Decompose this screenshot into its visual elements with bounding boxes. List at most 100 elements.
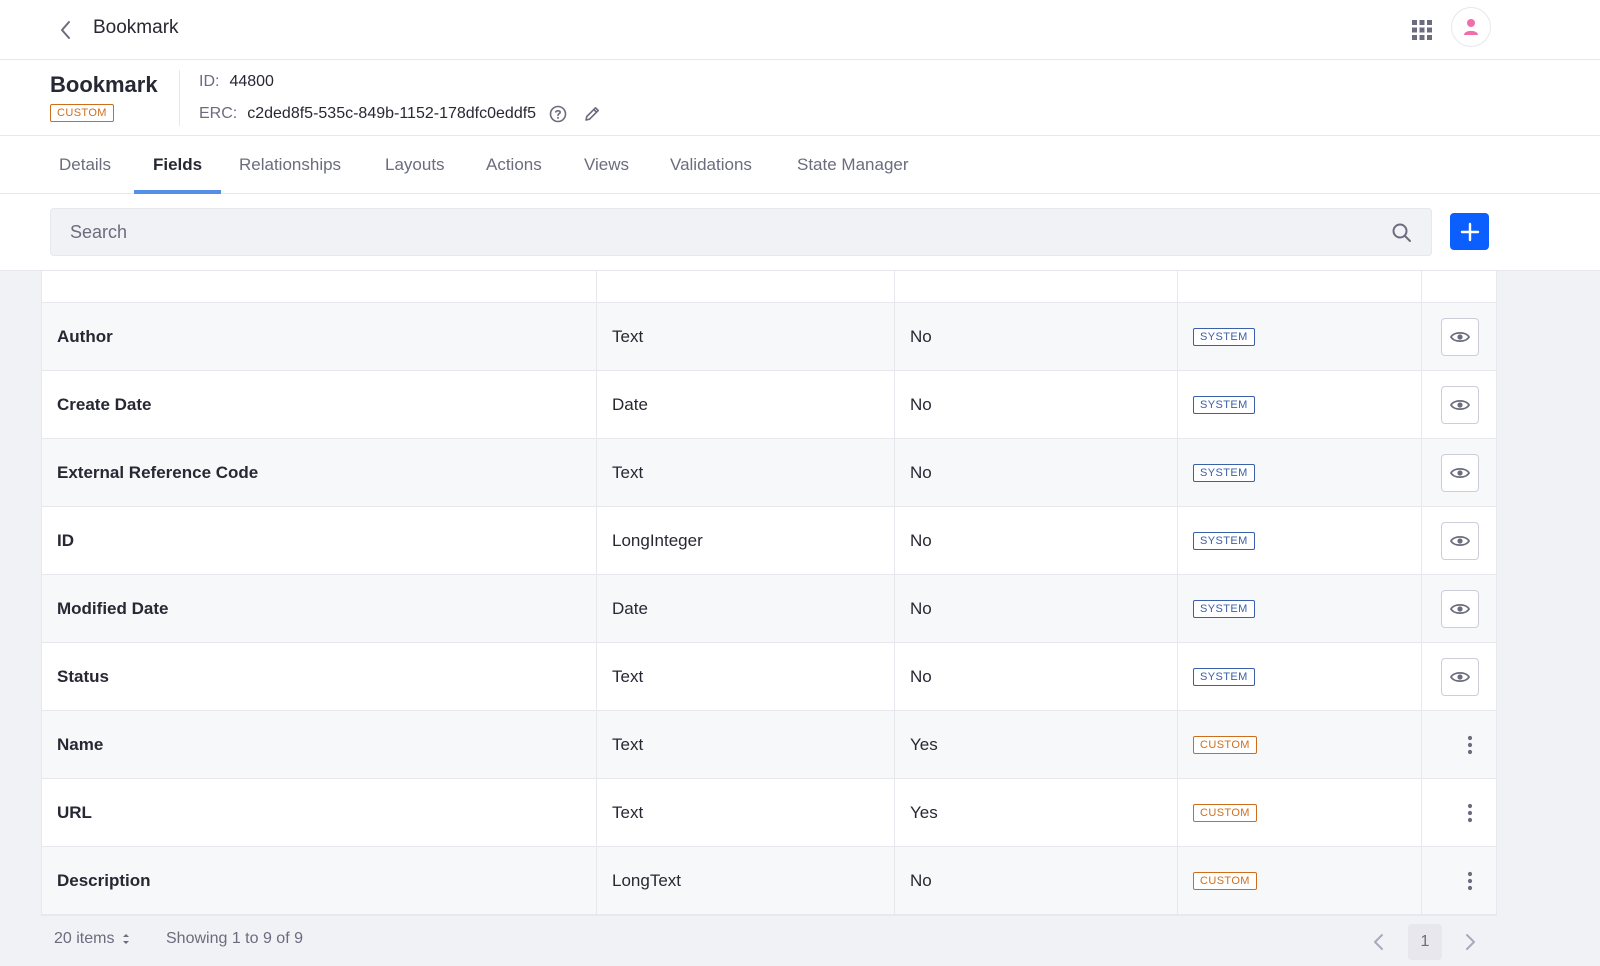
table-header-cell [1422, 271, 1496, 302]
next-page-button[interactable] [1458, 930, 1482, 954]
ellipsis-v-icon [1467, 871, 1472, 890]
tab-details[interactable]: Details [40, 136, 130, 194]
apps-menu-button[interactable] [1406, 14, 1438, 46]
tab-views[interactable]: Views [565, 136, 648, 194]
table-row: ID LongInteger No SYSTEM [42, 507, 1496, 575]
field-type-cell: Text [597, 779, 895, 846]
tab-fields[interactable]: Fields [134, 136, 222, 194]
ellipsis-v-icon [1467, 735, 1472, 754]
field-mandatory: No [910, 462, 932, 482]
field-type: Text [612, 326, 644, 346]
field-type-cell: Text [597, 303, 895, 370]
table-header-cell [895, 271, 1178, 302]
add-field-button[interactable] [1450, 213, 1489, 250]
view-field-button[interactable] [1441, 317, 1479, 356]
erc-edit-button[interactable] [580, 102, 604, 126]
field-source-badge: SYSTEM [1193, 395, 1255, 414]
field-source-badge: SYSTEM [1193, 599, 1255, 618]
view-field-button[interactable] [1441, 385, 1479, 424]
table-row: Create Date Date No SYSTEM [42, 371, 1496, 439]
table-row: URL Text Yes CUSTOM [42, 779, 1496, 847]
plus-icon [1460, 222, 1479, 241]
help-icon [549, 105, 567, 123]
back-button[interactable] [52, 16, 80, 44]
field-mandatory-cell: Yes [895, 779, 1178, 846]
eye-icon [1450, 399, 1470, 410]
table-header-row-partial [42, 271, 1496, 303]
previous-page-button[interactable] [1367, 930, 1391, 954]
chevron-right-icon [1466, 934, 1475, 950]
field-mandatory-cell: No [895, 303, 1178, 370]
field-mandatory: No [910, 666, 932, 686]
field-source-badge: SYSTEM [1193, 531, 1255, 550]
caret-double-icon [123, 934, 130, 944]
field-label: Author [57, 326, 113, 346]
view-field-button[interactable] [1441, 589, 1479, 628]
field-type: Date [612, 598, 648, 618]
erc-value: c2ded8f5-535c-849b-1152-178dfc0eddf5 [247, 105, 537, 122]
header-divider [179, 70, 180, 126]
view-field-button[interactable] [1441, 521, 1479, 560]
field-source-cell: SYSTEM [1178, 371, 1422, 438]
table-row: Description LongText No CUSTOM [42, 847, 1496, 915]
table-header-cell [1178, 271, 1422, 302]
table-row: Modified Date Date No SYSTEM [42, 575, 1496, 643]
tab-validations[interactable]: Validations [651, 136, 771, 194]
field-type: Text [612, 666, 644, 686]
field-action-cell [1422, 575, 1496, 642]
field-type-cell: Text [597, 711, 895, 778]
tab-relationships[interactable]: Relationships [220, 136, 360, 194]
field-label-cell: Description [42, 847, 597, 914]
table-row: Name Text Yes CUSTOM [42, 711, 1496, 779]
field-source-cell: SYSTEM [1178, 507, 1422, 574]
object-id-row: ID: 44800 [199, 73, 274, 91]
field-label: External Reference Code [57, 462, 259, 482]
page-1-button[interactable]: 1 [1408, 924, 1442, 960]
view-field-button[interactable] [1441, 657, 1479, 696]
user-avatar-button[interactable] [1451, 7, 1491, 47]
tab-actions[interactable]: Actions [467, 136, 561, 194]
fields-table: Author Text No SYSTEM Create Date Date No SYSTE… [41, 271, 1497, 916]
pencil-icon [585, 107, 600, 121]
pagination-results: Showing 1 to 9 of 9 [166, 930, 303, 947]
tab-state-manager[interactable]: State Manager [778, 136, 928, 194]
table-row: External Reference Code Text No SYSTEM [42, 439, 1496, 507]
field-source-cell: CUSTOM [1178, 779, 1422, 846]
field-source-badge: CUSTOM [1193, 735, 1257, 754]
tab-bar: Details Fields Relationships Layouts Act… [0, 136, 1600, 194]
field-mandatory: Yes [910, 802, 938, 822]
apps-grid-icon [1412, 20, 1432, 40]
field-mandatory-cell: Yes [895, 711, 1178, 778]
field-label: Name [57, 734, 104, 754]
tab-layouts[interactable]: Layouts [366, 136, 464, 194]
row-actions-menu-button[interactable] [1455, 727, 1485, 763]
field-mandatory-cell: No [895, 371, 1178, 438]
search-input[interactable] [51, 209, 1431, 255]
field-action-cell [1422, 643, 1496, 710]
field-source-cell: SYSTEM [1178, 575, 1422, 642]
field-label-cell: Author [42, 303, 597, 370]
field-label-cell: Create Date [42, 371, 597, 438]
field-mandatory-cell: No [895, 439, 1178, 506]
field-action-cell [1422, 711, 1496, 778]
management-toolbar [0, 194, 1600, 271]
field-label-cell: ID [42, 507, 597, 574]
field-label: Status [57, 666, 109, 686]
field-action-cell [1422, 439, 1496, 506]
field-source-cell: SYSTEM [1178, 303, 1422, 370]
table-row: Status Text No SYSTEM [42, 643, 1496, 711]
field-label: URL [57, 802, 92, 822]
items-per-page-select[interactable]: 20 items [54, 930, 132, 948]
field-source-cell: CUSTOM [1178, 847, 1422, 914]
field-label: Modified Date [57, 598, 169, 618]
field-action-cell [1422, 779, 1496, 846]
eye-icon [1450, 467, 1470, 478]
page-title: Bookmark [93, 17, 179, 38]
search-icon[interactable] [1391, 222, 1413, 244]
erc-help-button[interactable] [546, 102, 570, 126]
field-source-cell: SYSTEM [1178, 439, 1422, 506]
row-actions-menu-button[interactable] [1455, 863, 1485, 899]
row-actions-menu-button[interactable] [1455, 795, 1485, 831]
table-header-cell [597, 271, 895, 302]
view-field-button[interactable] [1441, 453, 1479, 492]
